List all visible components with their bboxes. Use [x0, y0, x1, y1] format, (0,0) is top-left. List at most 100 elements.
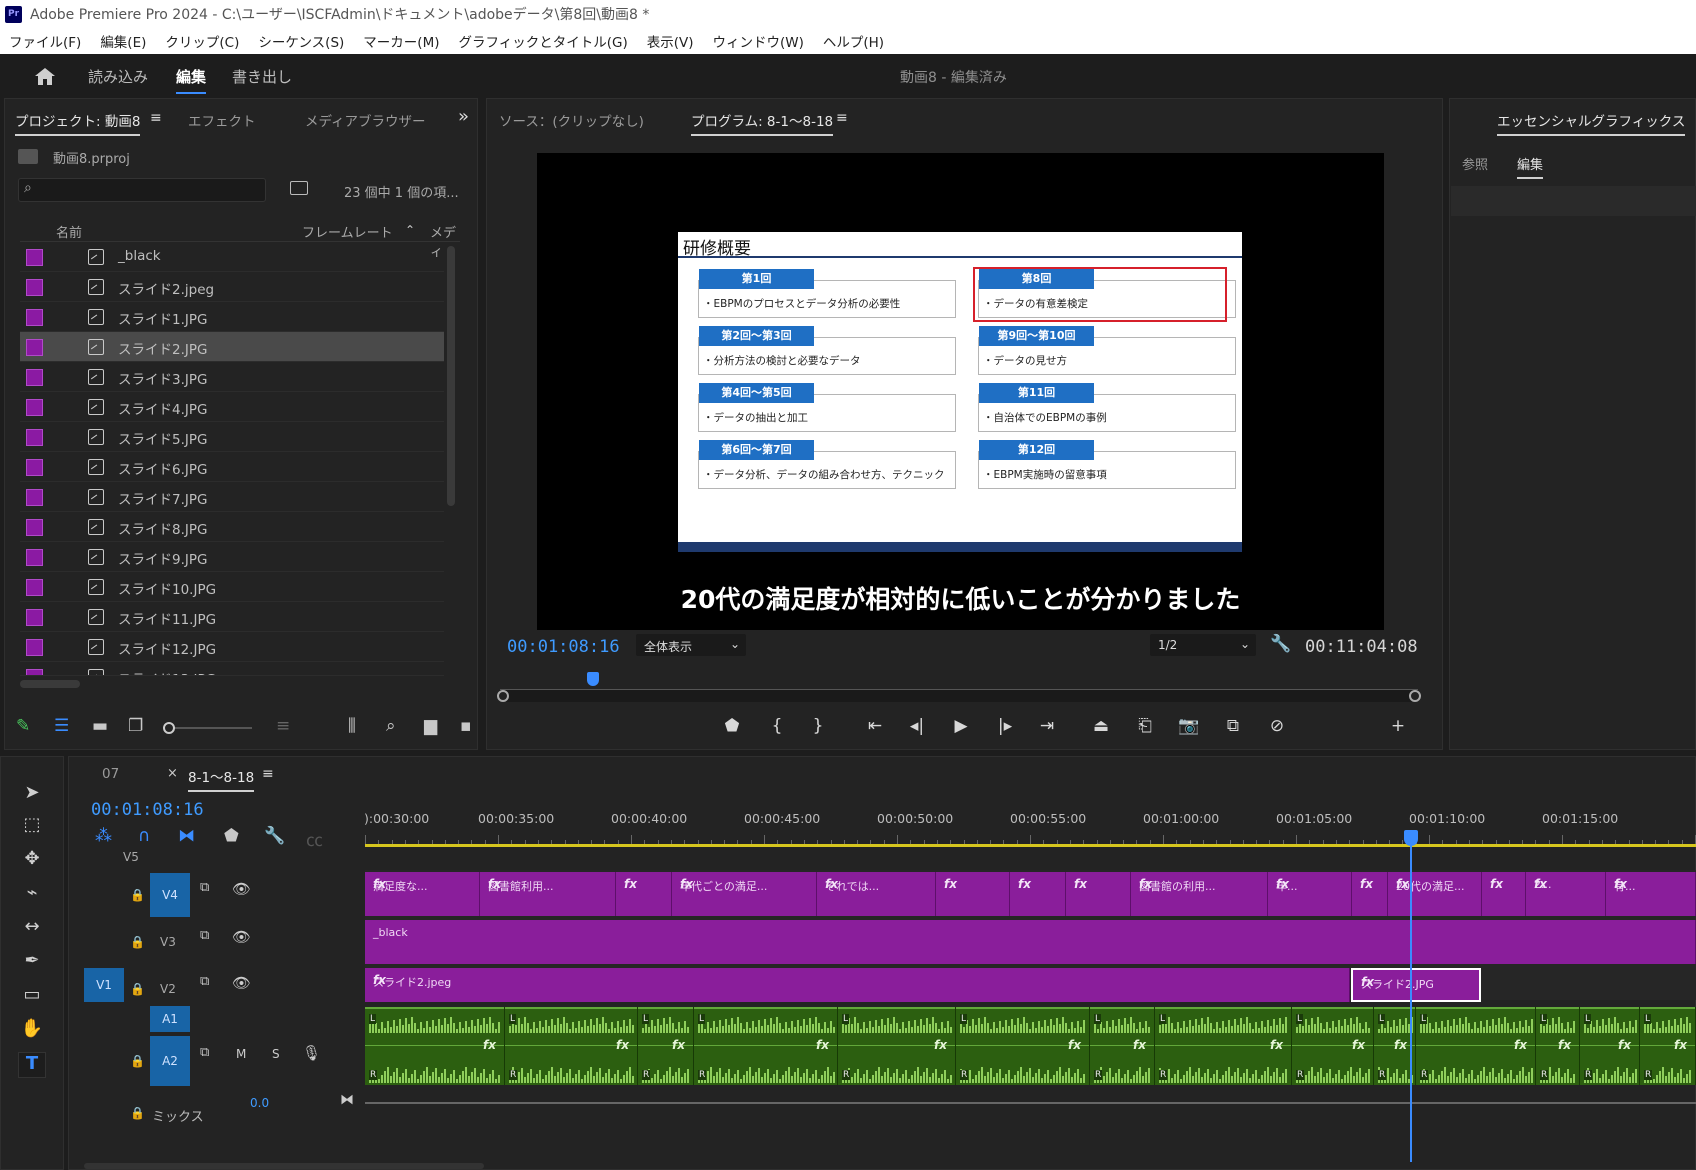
- label-color-swatch[interactable]: [26, 579, 43, 596]
- menu-clip[interactable]: クリップ(C): [165, 31, 239, 51]
- sync-lock-icon[interactable]: ⧉: [200, 974, 209, 989]
- column-frame-rate[interactable]: フレームレート: [302, 222, 393, 241]
- clip-graphic[interactable]: fx: [1010, 872, 1066, 916]
- clip-graphic[interactable]: fx: [1352, 872, 1388, 916]
- clip-slide2-jpeg[interactable]: スライド2.jpeg fx: [365, 968, 1350, 1002]
- program-menu-icon[interactable]: ≡: [836, 110, 848, 126]
- label-color-swatch[interactable]: [26, 639, 43, 656]
- close-tab-icon[interactable]: ×: [167, 766, 178, 781]
- label-color-swatch[interactable]: [26, 339, 43, 356]
- sync-lock-icon[interactable]: ⧉: [200, 880, 209, 895]
- mix-fx-icon[interactable]: ⧓: [340, 1092, 354, 1108]
- list-item[interactable]: スライド1.JPG: [20, 302, 444, 332]
- snap-icon[interactable]: ∩: [138, 826, 150, 846]
- program-time-ruler[interactable]: [500, 678, 1418, 690]
- program-monitor-video[interactable]: 研修概要 第1回 ・EBPMのプロセスとデータ分析の必要性 第8回 ・データの有意差…: [537, 153, 1384, 630]
- zoom-bar-end-handle[interactable]: [1409, 690, 1421, 702]
- go-to-in-icon[interactable]: ⇤: [862, 716, 888, 736]
- label-color-swatch[interactable]: [26, 279, 43, 296]
- icon-view-icon[interactable]: ▬: [92, 716, 108, 736]
- zoom-bar-start-handle[interactable]: [497, 690, 509, 702]
- menu-marker[interactable]: マーカー(M): [363, 31, 439, 51]
- tab-effects[interactable]: エフェクト: [188, 110, 256, 130]
- solo-button[interactable]: S: [272, 1047, 280, 1061]
- tab-media-browser[interactable]: メディアブラウザー: [305, 110, 426, 130]
- list-item[interactable]: スライド5.JPG: [20, 422, 444, 452]
- playhead-timecode[interactable]: 00:01:08:16: [507, 637, 620, 657]
- program-playhead[interactable]: [587, 672, 599, 686]
- eye-icon[interactable]: 👁: [232, 928, 251, 946]
- clip-graphic[interactable]: 2... fx: [1526, 872, 1606, 916]
- lock-icon[interactable]: 🔒: [130, 982, 145, 996]
- export-frame-icon[interactable]: 📷: [1176, 716, 1202, 736]
- tab-project[interactable]: プロジェクト: 動画8: [15, 110, 141, 136]
- mark-in-icon[interactable]: {: [764, 716, 790, 736]
- list-item[interactable]: スライド7.JPG: [20, 482, 444, 512]
- step-forward-icon[interactable]: |▸: [992, 716, 1018, 736]
- wrench-icon[interactable]: 🔧: [1270, 634, 1291, 654]
- zoom-select[interactable]: 全体表示 ⌄: [636, 634, 746, 656]
- go-to-out-icon[interactable]: ⇥: [1034, 716, 1060, 736]
- clip-graphic[interactable]: 満足度な... fx: [365, 872, 480, 916]
- menu-help[interactable]: ヘルプ(H): [823, 31, 884, 51]
- audio-clip[interactable]: L Rfx: [638, 1007, 694, 1085]
- mark-out-icon[interactable]: }: [805, 716, 831, 736]
- sync-lock-icon[interactable]: ⧉: [200, 1045, 209, 1060]
- list-item[interactable]: スライド2.JPG: [20, 332, 444, 362]
- audio-clip[interactable]: L Rfx: [694, 1007, 838, 1085]
- lock-icon[interactable]: 🔒: [130, 935, 145, 949]
- clip-black[interactable]: _black: [365, 920, 1696, 964]
- list-item[interactable]: スライド6.JPG: [20, 452, 444, 482]
- column-name[interactable]: 名前: [56, 222, 82, 241]
- track-select-tool-icon[interactable]: ⬚: [18, 814, 46, 840]
- work-area-bar[interactable]: [365, 844, 1696, 847]
- sort-up-icon[interactable]: ⌃: [405, 223, 415, 237]
- tab-export[interactable]: 書き出し: [232, 66, 292, 87]
- audio-clip[interactable]: L Rfx: [1155, 1007, 1292, 1085]
- freeform-view-icon[interactable]: ❐: [128, 716, 143, 736]
- resolution-select[interactable]: 1/2 ⌄: [1150, 634, 1256, 656]
- home-icon[interactable]: [33, 66, 57, 86]
- label-color-swatch[interactable]: [26, 519, 43, 536]
- sync-lock-icon[interactable]: ⧉: [200, 928, 209, 943]
- lock-icon[interactable]: 🔒: [130, 1106, 145, 1120]
- search-input[interactable]: ⌕: [18, 178, 266, 202]
- razor-tool-icon[interactable]: ⌁: [18, 882, 46, 908]
- list-item[interactable]: スライド10.JPG: [20, 572, 444, 602]
- sort-icon[interactable]: ≡: [276, 716, 290, 736]
- tab-essential-graphics[interactable]: エッセンシャルグラフィックス: [1497, 110, 1686, 136]
- play-icon[interactable]: ▶: [948, 716, 974, 736]
- clip-graphic[interactable]: fx: [1066, 872, 1131, 916]
- project-scrollbar[interactable]: [447, 246, 455, 506]
- list-view-icon[interactable]: ☰: [54, 716, 69, 736]
- label-color-swatch[interactable]: [26, 609, 43, 626]
- clip-graphic[interactable]: fx: [1482, 872, 1526, 916]
- label-color-swatch[interactable]: [26, 309, 43, 326]
- tab-source[interactable]: ソース：(クリップなし): [499, 110, 644, 130]
- ripple-edit-tool-icon[interactable]: ✥: [18, 848, 46, 874]
- find-icon[interactable]: ⌕: [386, 716, 396, 736]
- selection-tool-icon[interactable]: ➤: [18, 782, 46, 808]
- track-a2-target[interactable]: A2: [150, 1036, 190, 1086]
- track-a1-target[interactable]: A1: [150, 1006, 190, 1032]
- zoom-slider[interactable]: [163, 722, 252, 734]
- tab-edit[interactable]: 編集: [176, 66, 207, 94]
- zoom-slider-handle[interactable]: [163, 722, 175, 734]
- list-item[interactable]: _black: [20, 242, 444, 272]
- eye-icon[interactable]: 👁: [232, 880, 251, 898]
- eye-icon[interactable]: 👁: [232, 974, 251, 992]
- find-in-bin-icon[interactable]: [290, 181, 308, 195]
- extract-icon[interactable]: ⎗: [1132, 716, 1158, 736]
- clip-slide2-jpg[interactable]: スライド2.JPG fx: [1351, 968, 1481, 1002]
- timeline-playhead-handle[interactable]: [1404, 830, 1418, 846]
- label-color-swatch[interactable]: [26, 549, 43, 566]
- tab-browse[interactable]: 参照: [1462, 154, 1488, 173]
- captions-icon[interactable]: ㏄: [306, 826, 323, 851]
- menu-window[interactable]: ウィンドウ(W): [713, 31, 804, 51]
- label-color-swatch[interactable]: [26, 459, 43, 476]
- new-bin-icon[interactable]: ▆: [424, 716, 437, 736]
- clip-graphic[interactable]: 有... fx: [1606, 872, 1696, 916]
- menu-graphics[interactable]: グラフィックとタイトル(G): [458, 31, 627, 51]
- hand-tool-icon[interactable]: ✋: [18, 1018, 46, 1044]
- vr-toggle-icon[interactable]: ⊘: [1264, 716, 1290, 736]
